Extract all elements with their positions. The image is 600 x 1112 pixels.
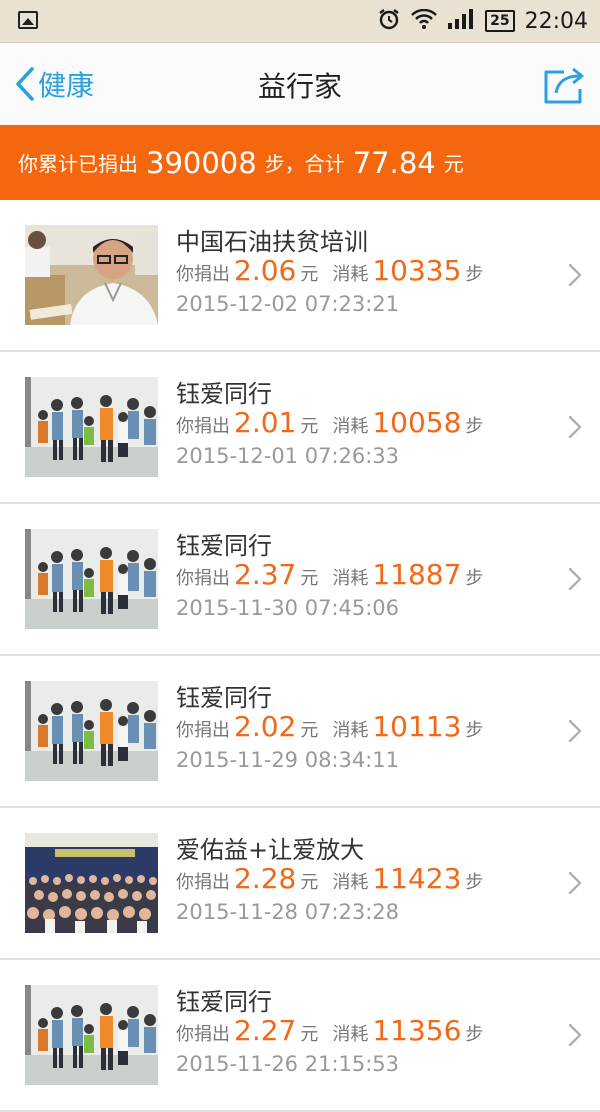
donation-date: 2015-12-01 07:26:33 (176, 444, 400, 468)
steps-count: 11423 (372, 862, 462, 895)
donation-stats: 你捐出 2.28 元消耗 11423 步 (176, 862, 483, 896)
summary-steps-unit: 步，合计 (264, 152, 345, 176)
project-thumbnail (25, 225, 158, 325)
chevron-right-icon (568, 871, 582, 895)
consume-label: 消耗 (332, 1024, 369, 1045)
steps-unit: 步 (465, 416, 484, 437)
share-icon (544, 67, 584, 104)
yuan-unit: 元 (300, 872, 319, 893)
project-thumbnail (25, 833, 158, 933)
project-title: 钰爱同行 (176, 988, 272, 1016)
project-thumbnail (25, 681, 158, 781)
share-button[interactable] (542, 65, 586, 105)
donation-list-item[interactable]: 中国石油扶贫培训 你捐出 2.06 元消耗 10335 步 2015-12-02 07:23… (0, 200, 600, 352)
donation-amount: 2.01 (234, 406, 297, 439)
nav-bar: 健康 益行家 (0, 43, 600, 125)
donation-date: 2015-11-30 07:45:06 (176, 596, 400, 620)
consume-label: 消耗 (332, 416, 369, 437)
summary-amount-unit: 元 (443, 152, 464, 176)
summary-prefix: 你累计已捐出 (18, 152, 138, 176)
donate-label: 你捐出 (176, 568, 230, 589)
donation-list-item[interactable]: 钰爱同行 你捐出 2.37 元消耗 11887 步 2015-11-30 07:45:06 (0, 504, 600, 656)
yuan-unit: 元 (300, 416, 319, 437)
consume-label: 消耗 (332, 872, 369, 893)
project-title: 钰爱同行 (176, 380, 272, 408)
donation-amount: 2.27 (234, 1014, 297, 1047)
steps-count: 10335 (372, 254, 462, 287)
yuan-unit: 元 (300, 1024, 319, 1045)
chevron-right-icon (568, 415, 582, 439)
donation-stats: 你捐出 2.37 元消耗 11887 步 (176, 558, 483, 592)
chevron-right-icon (568, 1023, 582, 1047)
steps-count: 10113 (372, 710, 462, 743)
donation-list-item[interactable]: 钰爱同行 你捐出 2.01 元消耗 10058 步 2015-12-01 07:26:33 (0, 352, 600, 504)
steps-unit: 步 (465, 1024, 484, 1045)
donate-label: 你捐出 (176, 264, 230, 285)
project-thumbnail (25, 985, 158, 1085)
donation-date: 2015-11-26 21:15:53 (176, 1052, 400, 1076)
donation-amount: 2.02 (234, 710, 297, 743)
project-thumbnail (25, 377, 158, 477)
donation-stats: 你捐出 2.27 元消耗 11356 步 (176, 1014, 483, 1048)
steps-unit: 步 (465, 720, 484, 741)
donation-date: 2015-11-29 08:34:11 (176, 748, 400, 772)
donation-stats: 你捐出 2.02 元消耗 10113 步 (176, 710, 483, 744)
chevron-right-icon (568, 263, 582, 287)
steps-unit: 步 (465, 872, 484, 893)
donation-stats: 你捐出 2.06 元消耗 10335 步 (176, 254, 483, 288)
steps-count: 11887 (372, 558, 462, 591)
steps-unit: 步 (465, 264, 484, 285)
summary-steps: 390008 (146, 145, 257, 180)
donation-amount: 2.37 (234, 558, 297, 591)
yuan-unit: 元 (300, 264, 319, 285)
page-title: 益行家 (257, 70, 342, 103)
image-icon (18, 11, 38, 29)
donation-list: 中国石油扶贫培训 你捐出 2.06 元消耗 10335 步 2015-12-02 07:23… (0, 200, 600, 1112)
signal-icon (447, 8, 475, 34)
project-title: 爱佑益+让爱放大 (176, 836, 365, 864)
donation-date: 2015-12-02 07:23:21 (176, 292, 400, 316)
consume-label: 消耗 (332, 720, 369, 741)
donation-date: 2015-11-28 07:23:28 (176, 900, 400, 924)
donate-label: 你捐出 (176, 1024, 230, 1045)
steps-unit: 步 (465, 568, 484, 589)
alarm-icon (377, 7, 401, 36)
steps-count: 11356 (372, 1014, 462, 1047)
yuan-unit: 元 (300, 720, 319, 741)
donation-list-item[interactable]: 钰爱同行 你捐出 2.27 元消耗 11356 步 2015-11-26 21:15:53 (0, 960, 600, 1112)
yuan-unit: 元 (300, 568, 319, 589)
status-bar: 25 22:04 (0, 0, 600, 43)
battery-icon: 25 (485, 10, 515, 32)
donate-label: 你捐出 (176, 872, 230, 893)
summary-amount: 77.84 (352, 145, 436, 180)
donation-summary-banner: 你累计已捐出 390008 步，合计 77.84 元 (0, 125, 600, 200)
donation-amount: 2.28 (234, 862, 297, 895)
donation-list-item[interactable]: 爱佑益+让爱放大 你捐出 2.28 元消耗 11423 步 2015-11-28 07:23… (0, 808, 600, 960)
clock: 22:04 (524, 8, 588, 34)
consume-label: 消耗 (332, 264, 369, 285)
steps-count: 10058 (372, 406, 462, 439)
consume-label: 消耗 (332, 568, 369, 589)
donate-label: 你捐出 (176, 720, 230, 741)
project-title: 钰爱同行 (176, 684, 272, 712)
donation-stats: 你捐出 2.01 元消耗 10058 步 (176, 406, 483, 440)
chevron-right-icon (568, 719, 582, 743)
donate-label: 你捐出 (176, 416, 230, 437)
wifi-icon (411, 8, 437, 34)
chevron-right-icon (568, 567, 582, 591)
project-thumbnail (25, 529, 158, 629)
project-title: 中国石油扶贫培训 (176, 228, 368, 256)
donation-list-item[interactable]: 钰爱同行 你捐出 2.02 元消耗 10113 步 2015-11-29 08:34:11 (0, 656, 600, 808)
project-title: 钰爱同行 (176, 532, 272, 560)
donation-amount: 2.06 (234, 254, 297, 287)
